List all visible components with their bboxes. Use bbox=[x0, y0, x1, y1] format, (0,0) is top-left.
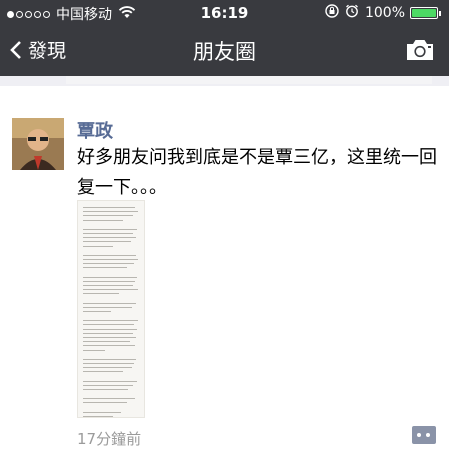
thumbnail-text-line bbox=[83, 324, 134, 326]
thumbnail-text-line bbox=[83, 402, 127, 404]
battery-icon bbox=[410, 7, 438, 19]
previous-post-edge bbox=[0, 76, 449, 86]
thumbnail-text-line bbox=[83, 384, 133, 386]
page-title: 朋友圈 bbox=[193, 40, 256, 64]
thumbnail-text-line bbox=[83, 267, 127, 269]
camera-icon bbox=[407, 40, 433, 60]
thumbnail-text-line bbox=[83, 233, 133, 234]
top-bar: 中国移动 16:19 100% 發現 朋友圈 bbox=[0, 0, 449, 76]
thumbnail-text-line bbox=[83, 259, 138, 260]
battery-fill bbox=[412, 9, 436, 17]
thumbnail-text-line bbox=[83, 215, 133, 217]
nav-bar: 發現 朋友圈 bbox=[0, 26, 449, 76]
status-bar: 中国移动 16:19 100% bbox=[0, 0, 449, 26]
avatar-image bbox=[12, 118, 64, 170]
post-text: 好多朋友问我到底是不是覃三亿，这里统一回复一下。。。 bbox=[77, 147, 437, 198]
thumbnail-text-line bbox=[83, 254, 136, 256]
thumbnail-text-line bbox=[83, 320, 138, 322]
camera-button[interactable] bbox=[405, 38, 435, 66]
thumbnail-text-line bbox=[83, 411, 121, 413]
post-image-thumbnail[interactable] bbox=[77, 200, 145, 418]
avatar[interactable] bbox=[12, 118, 64, 170]
thumbnail-text-line bbox=[83, 245, 113, 247]
thumbnail-text-line bbox=[83, 207, 135, 208]
thumbnail-text-line bbox=[83, 363, 134, 364]
alarm-icon bbox=[345, 4, 359, 22]
thumbnail-text-line bbox=[83, 341, 130, 343]
comment-button[interactable] bbox=[412, 426, 436, 444]
thumbnail-text-line bbox=[83, 367, 132, 369]
thumbnail-text-line bbox=[83, 328, 137, 330]
thumbnail-text-line bbox=[83, 219, 123, 221]
thumbnail-text-line bbox=[83, 285, 133, 286]
thumbnail-text-line bbox=[83, 211, 138, 213]
thumbnail-text-line bbox=[83, 241, 131, 243]
strip-inner bbox=[66, 76, 432, 84]
thumbnail-text-line bbox=[83, 349, 105, 351]
battery-percent: 100% bbox=[364, 5, 405, 21]
thumbnail-text-line bbox=[83, 276, 137, 278]
thumbnail-text-line bbox=[83, 237, 136, 239]
thumbnail-text-line bbox=[83, 345, 135, 347]
thumbnail-text-line bbox=[83, 289, 138, 291]
thumbnail-text-line bbox=[83, 228, 137, 230]
thumbnail-text-line bbox=[83, 358, 136, 360]
thumbnail-text-line bbox=[83, 371, 123, 373]
thumbnail-text-line bbox=[83, 389, 128, 390]
thumbnail-text-line bbox=[83, 263, 134, 265]
thumbnail-text-line bbox=[83, 398, 135, 400]
battery-tip bbox=[439, 10, 441, 16]
thumbnail-text-line bbox=[83, 332, 133, 334]
thumbnail-text-line bbox=[83, 337, 136, 338]
rotation-lock-icon bbox=[325, 4, 339, 22]
post-author[interactable]: 覃政 bbox=[77, 117, 113, 143]
thumbnail-text-line bbox=[83, 293, 119, 295]
thumbnail-text-line bbox=[83, 380, 137, 382]
thumbnail-text-line bbox=[83, 302, 136, 304]
post-time: 17分鐘前 bbox=[77, 430, 142, 448]
thumbnail-text-line bbox=[83, 415, 113, 417]
thumbnail-text-line bbox=[83, 311, 111, 312]
thumbnail-text-line bbox=[83, 280, 135, 282]
status-right: 100% bbox=[319, 4, 441, 22]
thumbnail-text-line bbox=[83, 306, 132, 308]
